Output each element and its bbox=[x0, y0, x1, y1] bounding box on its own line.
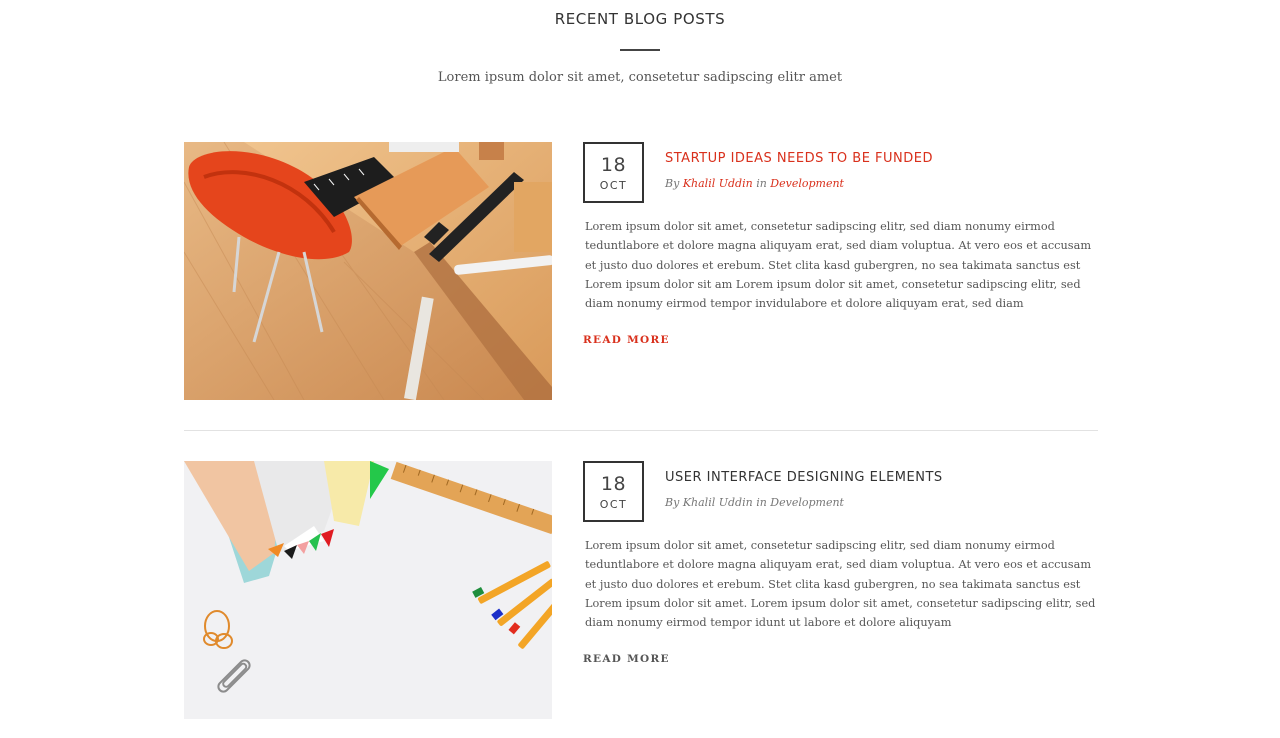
category-link[interactable]: Development bbox=[770, 496, 844, 509]
read-more-link[interactable]: READ MORE bbox=[583, 334, 670, 346]
section-title: RECENT BLOG POSTS bbox=[554, 10, 726, 28]
post-title-link[interactable]: USER INTERFACE DESIGNING ELEMENTS bbox=[665, 470, 1095, 485]
post-meta: By Khalil Uddin in Development bbox=[665, 496, 1095, 509]
post-date-badge: 18 OCT bbox=[583, 461, 644, 522]
meta-by-label: By bbox=[665, 177, 680, 190]
meta-by-label: By bbox=[665, 496, 680, 509]
blog-post: 18 OCT USER INTERFACE DESIGNING ELEMENTS… bbox=[184, 461, 1098, 719]
meta-in-label: in bbox=[756, 177, 767, 190]
post-title-link[interactable]: STARTUP IDEAS NEEDS TO BE FUNDED bbox=[665, 151, 1095, 166]
category-link[interactable]: Development bbox=[770, 177, 844, 190]
post-meta: By Khalil Uddin in Development bbox=[665, 177, 1095, 190]
date-month: OCT bbox=[599, 498, 628, 511]
post-thumbnail[interactable] bbox=[184, 142, 552, 400]
post-thumbnail[interactable] bbox=[184, 461, 552, 719]
date-day: 18 bbox=[600, 154, 627, 176]
section-subtitle: Lorem ipsum dolor sit amet, consetetur s… bbox=[437, 70, 843, 85]
date-day: 18 bbox=[600, 473, 627, 495]
post-date-badge: 18 OCT bbox=[583, 142, 644, 203]
post-divider bbox=[184, 430, 1098, 431]
date-month: OCT bbox=[599, 179, 628, 192]
post-excerpt: Lorem ipsum dolor sit amet, consetetur s… bbox=[585, 539, 1096, 630]
title-underline bbox=[620, 49, 660, 51]
read-more-link[interactable]: READ MORE bbox=[583, 653, 670, 665]
author-link[interactable]: Khalil Uddin bbox=[683, 177, 753, 190]
blog-post: 18 OCT STARTUP IDEAS NEEDS TO BE FUNDED … bbox=[184, 142, 1098, 400]
paper-ruler-pens-photo bbox=[184, 461, 552, 719]
meta-in-label: in bbox=[756, 496, 767, 509]
post-excerpt: Lorem ipsum dolor sit amet, consetetur s… bbox=[585, 220, 1092, 311]
author-link[interactable]: Khalil Uddin bbox=[683, 496, 753, 509]
desk-chair-notebook-photo bbox=[184, 142, 552, 400]
